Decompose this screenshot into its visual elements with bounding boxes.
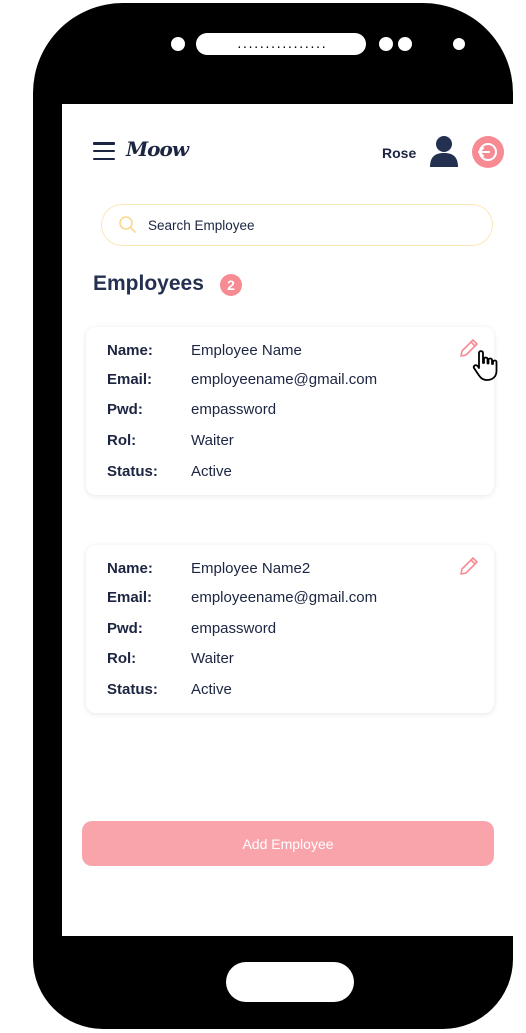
- employee-rol: Waiter: [191, 431, 234, 449]
- employee-pwd-row: Pwd: empassword: [107, 398, 276, 420]
- field-label: Status:: [107, 680, 158, 698]
- user-name: Rose: [382, 145, 417, 161]
- search-bar[interactable]: [101, 204, 493, 246]
- employee-count-badge: 2: [220, 274, 242, 296]
- employee-name-row: Name: Employee Name: [107, 339, 302, 361]
- field-label: Rol:: [107, 649, 137, 667]
- employee-pwd-row: Pwd: empassword: [107, 617, 276, 639]
- employee-status: Active: [191, 462, 232, 480]
- search-icon: [119, 216, 136, 233]
- search-input[interactable]: [148, 215, 468, 235]
- app-logo: Moow: [126, 137, 189, 161]
- field-label: Pwd:: [107, 400, 143, 418]
- sensor-dot: [453, 38, 465, 50]
- field-label: Email:: [107, 370, 153, 388]
- field-label: Pwd:: [107, 619, 143, 637]
- add-employee-button[interactable]: Add Employee: [82, 821, 494, 866]
- menu-icon[interactable]: [93, 142, 115, 160]
- employee-email: employeename@gmail.com: [191, 370, 378, 388]
- home-button[interactable]: [226, 962, 354, 1002]
- employee-email-row: Email: employeename@gmail.com: [107, 368, 377, 390]
- field-label: Status:: [107, 462, 158, 480]
- phone-top-bezel: ................: [33, 3, 513, 103]
- camera-dot: [171, 37, 185, 51]
- employee-name: Employee Name2: [191, 559, 311, 577]
- employee-rol: Waiter: [191, 649, 234, 667]
- field-label: Rol:: [107, 431, 137, 449]
- logout-icon[interactable]: [472, 136, 504, 168]
- employee-status-row: Status: Active: [107, 678, 232, 700]
- hand-pointer-icon: [472, 350, 498, 381]
- employee-pwd: empassword: [191, 619, 277, 637]
- field-label: Email:: [107, 588, 153, 606]
- employee-status-row: Status: Active: [107, 460, 232, 482]
- field-label: Name:: [107, 341, 153, 359]
- employee-email-row: Email: employeename@gmail.com: [107, 586, 377, 608]
- employee-rol-row: Rol: Waiter: [107, 429, 234, 451]
- phone-speaker: ................: [196, 33, 366, 55]
- employee-name-row: Name: Employee Name2: [107, 557, 310, 579]
- speaker-grille: ................: [236, 37, 327, 51]
- sensor-dot: [398, 37, 412, 51]
- sensor-dot: [379, 37, 393, 51]
- employee-rol-row: Rol: Waiter: [107, 647, 234, 669]
- employee-status: Active: [191, 680, 232, 698]
- page-title: Employees: [93, 272, 204, 295]
- pencil-icon[interactable]: [457, 554, 481, 578]
- employee-card: Name: Employee Name2 Email: employeename@g…: [86, 545, 494, 713]
- employee-email: employeename@gmail.com: [191, 588, 378, 606]
- user-icon[interactable]: [430, 135, 458, 167]
- employee-name: Employee Name: [191, 341, 302, 359]
- employee-pwd: empassword: [191, 400, 277, 418]
- employee-card: Name: Employee Name Email: employeename@gm…: [86, 327, 494, 495]
- field-label: Name:: [107, 559, 153, 577]
